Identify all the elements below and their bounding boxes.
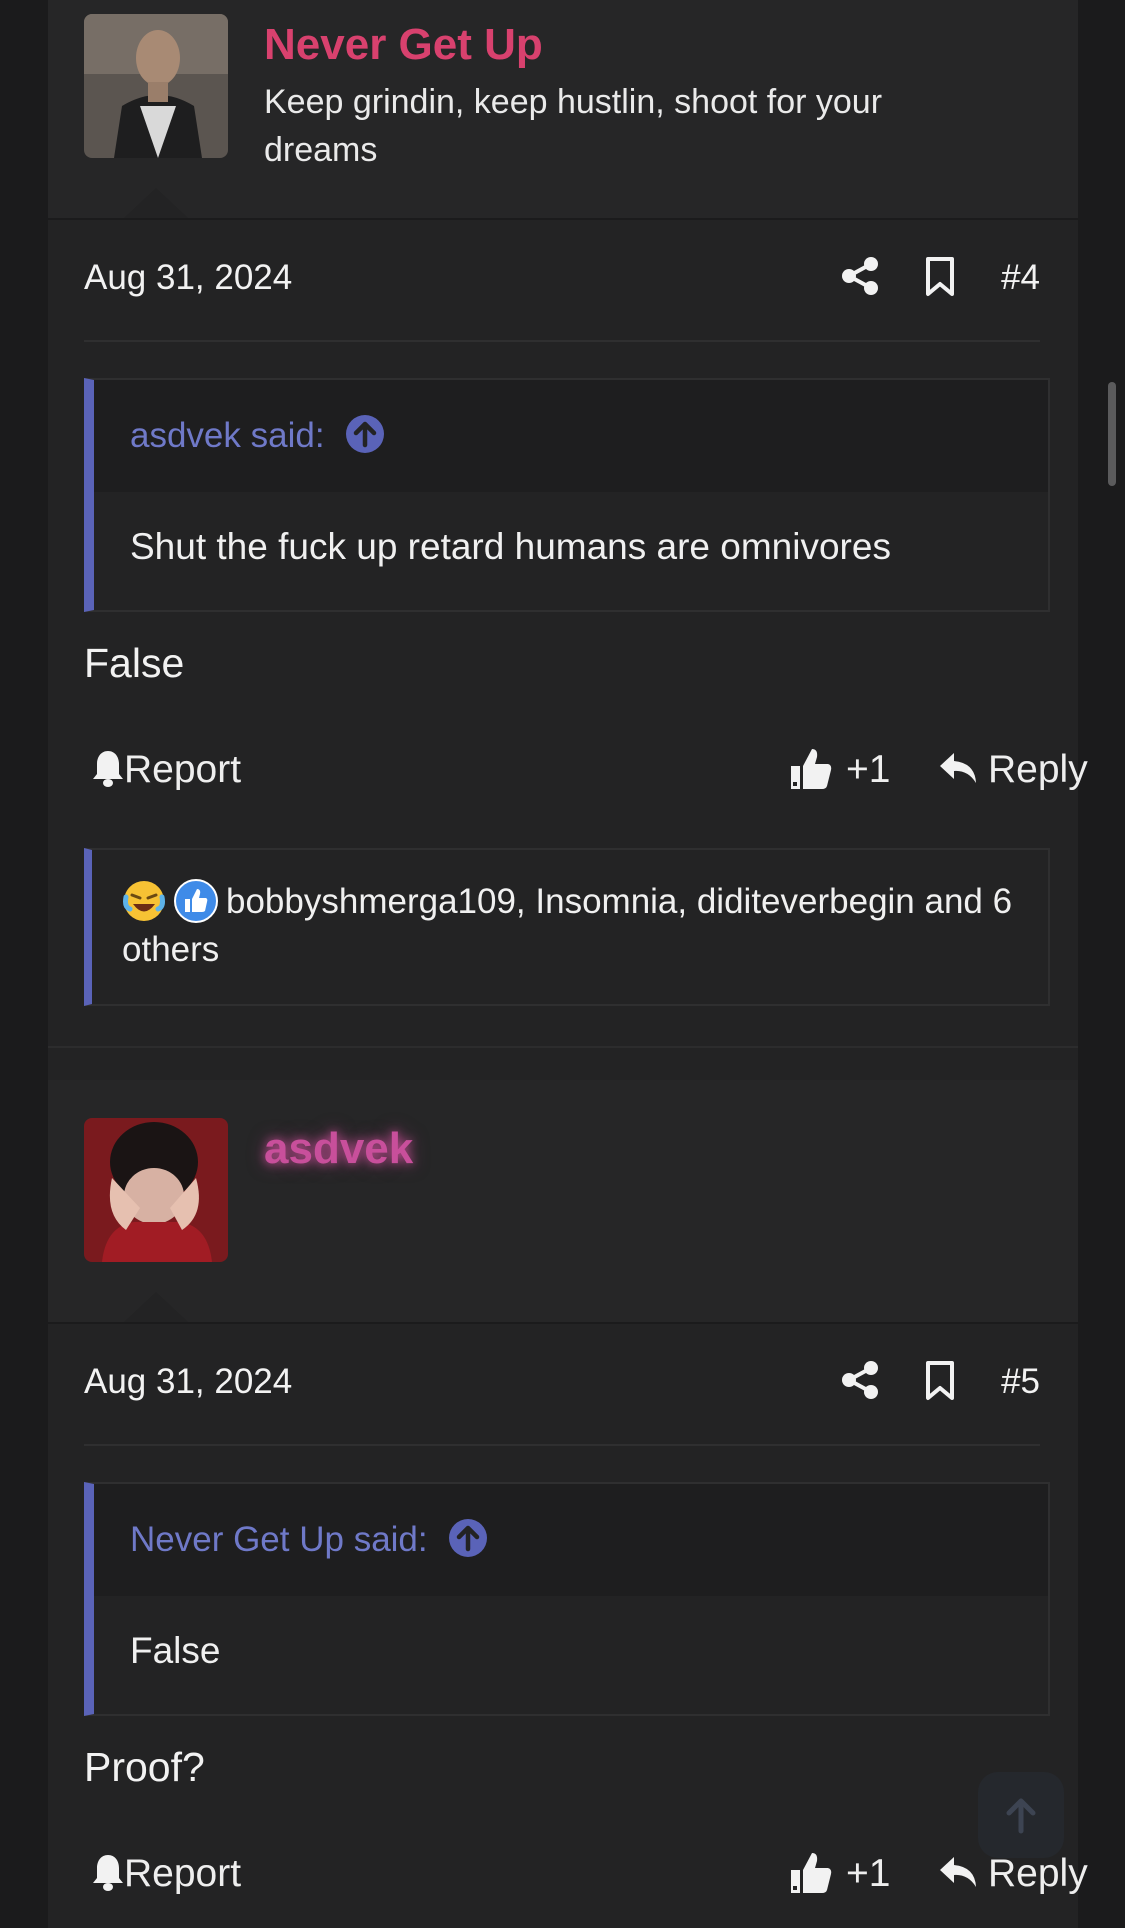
thread-column: Never Get Up Keep grindin, keep hustlin,… <box>48 0 1088 1928</box>
reply-label: Reply <box>988 748 1088 791</box>
quote-text: False <box>130 1630 221 1671</box>
like-count: +1 <box>846 1852 891 1895</box>
post-number[interactable]: #5 <box>1001 1362 1040 1402</box>
report-button[interactable]: Report <box>92 1852 241 1896</box>
quote-author[interactable]: Never Get Up said: <box>130 1518 488 1562</box>
arrow-up-icon <box>1006 1798 1036 1834</box>
arrow-up-circle-icon[interactable] <box>345 414 385 454</box>
thread-page: Never Get Up Keep grindin, keep hustlin,… <box>0 0 1125 1928</box>
quote-author[interactable]: asdvek said: <box>130 414 385 458</box>
avatar[interactable] <box>84 1118 228 1262</box>
quote-block: asdvek said: Shut the fuck up retard hum… <box>84 378 1050 612</box>
arrow-up-circle-icon[interactable] <box>448 1518 488 1558</box>
post-number[interactable]: #4 <box>1001 258 1040 298</box>
post-meta: Aug 31, 2024 #4 <box>84 220 1040 342</box>
username[interactable]: Never Get Up <box>264 20 543 70</box>
report-button[interactable]: Report <box>92 748 241 792</box>
reply-button[interactable]: Reply <box>938 748 1088 792</box>
avatar[interactable] <box>84 14 228 158</box>
reactions-bar[interactable]: bobbyshmerga109, Insomnia, diditeverbegi… <box>84 848 1050 1006</box>
bookmark-icon[interactable] <box>922 1360 958 1402</box>
bookmark-icon[interactable] <box>922 256 958 298</box>
user-title: Keep grindin, keep hustlin, shoot for yo… <box>264 83 883 169</box>
post-actions: Report +1 Reply <box>84 1852 1088 1912</box>
scroll-to-top-button[interactable] <box>978 1772 1064 1858</box>
laughing-emoji-icon <box>122 879 166 923</box>
post-divider <box>48 1046 1078 1048</box>
reply-arrow-icon <box>940 1856 976 1887</box>
post-body: Proof? <box>84 1744 205 1790</box>
bell-icon <box>93 1854 123 1891</box>
post-body: False <box>84 640 185 686</box>
reply-button[interactable]: Reply <box>938 1852 1088 1896</box>
quote-text: Shut the fuck up retard humans are omniv… <box>130 526 891 567</box>
share-icon[interactable] <box>840 1360 880 1400</box>
like-button[interactable]: +1 <box>790 1852 890 1898</box>
user-header: Never Get Up Keep grindin, keep hustlin,… <box>48 0 1078 220</box>
bell-icon <box>93 750 123 787</box>
like-count: +1 <box>846 748 891 791</box>
user-header: asdvek <box>48 1080 1078 1324</box>
quote-author-label: asdvek said: <box>130 416 325 455</box>
reactions-users[interactable]: bobbyshmerga109, Insomnia, diditeverbegi… <box>122 882 1012 969</box>
reply-arrow-icon <box>940 752 976 783</box>
quote-block: Never Get Up said: False <box>84 1482 1050 1716</box>
post-date[interactable]: Aug 31, 2024 <box>84 1362 292 1402</box>
share-icon[interactable] <box>840 256 880 296</box>
like-emoji-icon <box>174 878 218 923</box>
username[interactable]: asdvek <box>264 1124 413 1174</box>
thumbs-up-icon <box>791 748 832 789</box>
post-meta: Aug 31, 2024 #5 <box>84 1324 1040 1446</box>
report-label: Report <box>124 748 242 791</box>
thumbs-up-icon <box>791 1852 832 1893</box>
report-label: Report <box>124 1852 242 1895</box>
scrollbar-thumb[interactable] <box>1108 382 1116 486</box>
header-notch <box>124 1292 188 1322</box>
quote-author-label: Never Get Up said: <box>130 1520 428 1559</box>
like-button[interactable]: +1 <box>790 748 890 794</box>
quote-header[interactable]: Never Get Up said: <box>94 1484 1048 1596</box>
post-date[interactable]: Aug 31, 2024 <box>84 258 292 298</box>
header-notch <box>124 188 188 218</box>
reply-label: Reply <box>988 1852 1088 1895</box>
quote-header[interactable]: asdvek said: <box>94 380 1048 492</box>
post-actions: Report +1 Reply <box>84 748 1088 808</box>
